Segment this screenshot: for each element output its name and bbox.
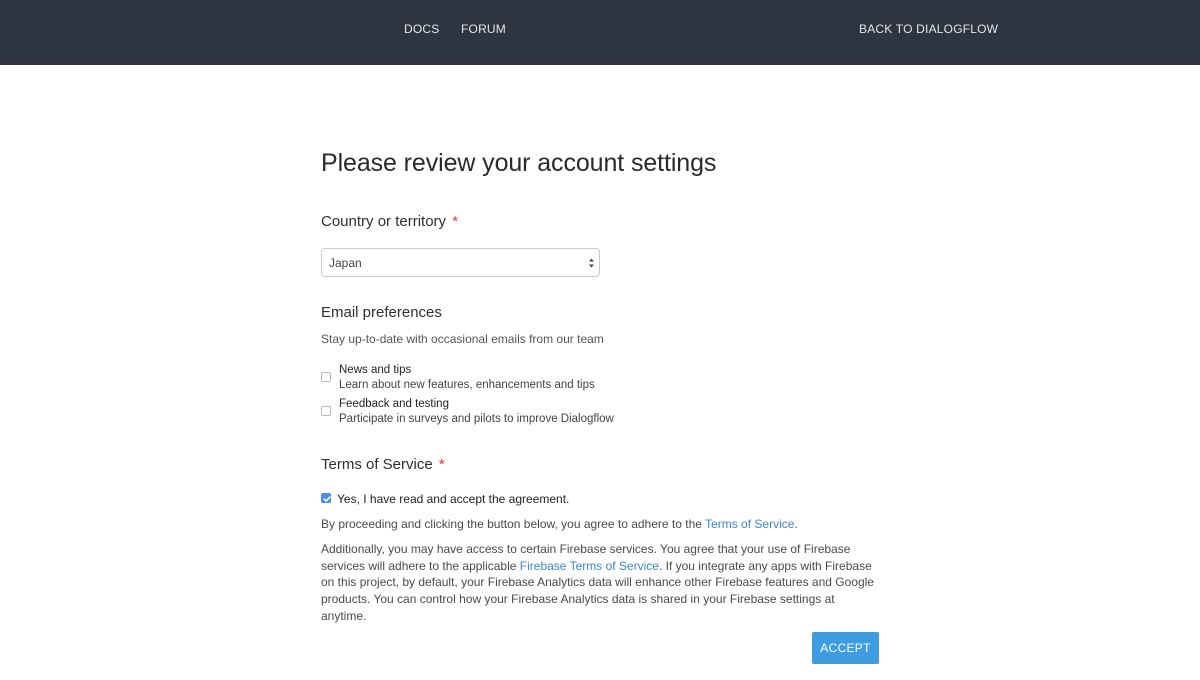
feedback-checkbox[interactable] — [321, 406, 331, 416]
terms-paragraph-2: Additionally, you may have access to cer… — [321, 541, 883, 625]
select-arrows-icon — [589, 258, 594, 268]
back-to-dialogflow-link[interactable]: BACK TO DIALOGFLOW — [859, 22, 998, 36]
option-description: Learn about new features, enhancements a… — [339, 379, 595, 391]
required-mark: * — [438, 456, 445, 473]
country-label: Country or territory — [321, 213, 447, 230]
agree-checkbox[interactable] — [321, 493, 331, 503]
top-nav-bar: DOCS FORUM BACK TO DIALOGFLOW — [0, 0, 1200, 65]
terms-section-title: Terms of Service * — [321, 456, 445, 473]
terms-text-before: By proceeding and clicking the button be… — [321, 517, 706, 531]
option-title: News and tips — [339, 364, 412, 376]
option-description: Participate in surveys and pilots to imp… — [339, 413, 614, 425]
agree-label: Yes, I have read and accept the agreemen… — [337, 492, 570, 506]
country-select[interactable]: Japan — [321, 248, 600, 277]
terms-of-service-link[interactable]: Terms of Service — [705, 517, 794, 531]
news-checkbox[interactable] — [321, 372, 331, 382]
option-title: Feedback and testing — [339, 398, 449, 410]
country-select-value: Japan — [329, 256, 362, 270]
terms-paragraph-1: By proceeding and clicking the button be… — [321, 516, 883, 533]
firebase-terms-link[interactable]: Firebase Terms of Service — [520, 559, 659, 573]
accept-button[interactable]: ACCEPT — [812, 632, 879, 664]
nav-docs-link[interactable]: DOCS — [404, 22, 439, 36]
email-section-title: Email preferences — [321, 304, 442, 321]
terms-label: Terms of Service — [321, 456, 433, 473]
checkmark-icon — [323, 496, 331, 502]
email-subtitle: Stay up-to-date with occasional emails f… — [321, 332, 604, 346]
terms-text-after: . — [794, 517, 798, 531]
country-section-title: Country or territory * — [321, 213, 458, 230]
nav-forum-link[interactable]: FORUM — [461, 22, 506, 36]
required-mark: * — [452, 213, 459, 230]
page-title: Please review your account settings — [321, 149, 717, 177]
